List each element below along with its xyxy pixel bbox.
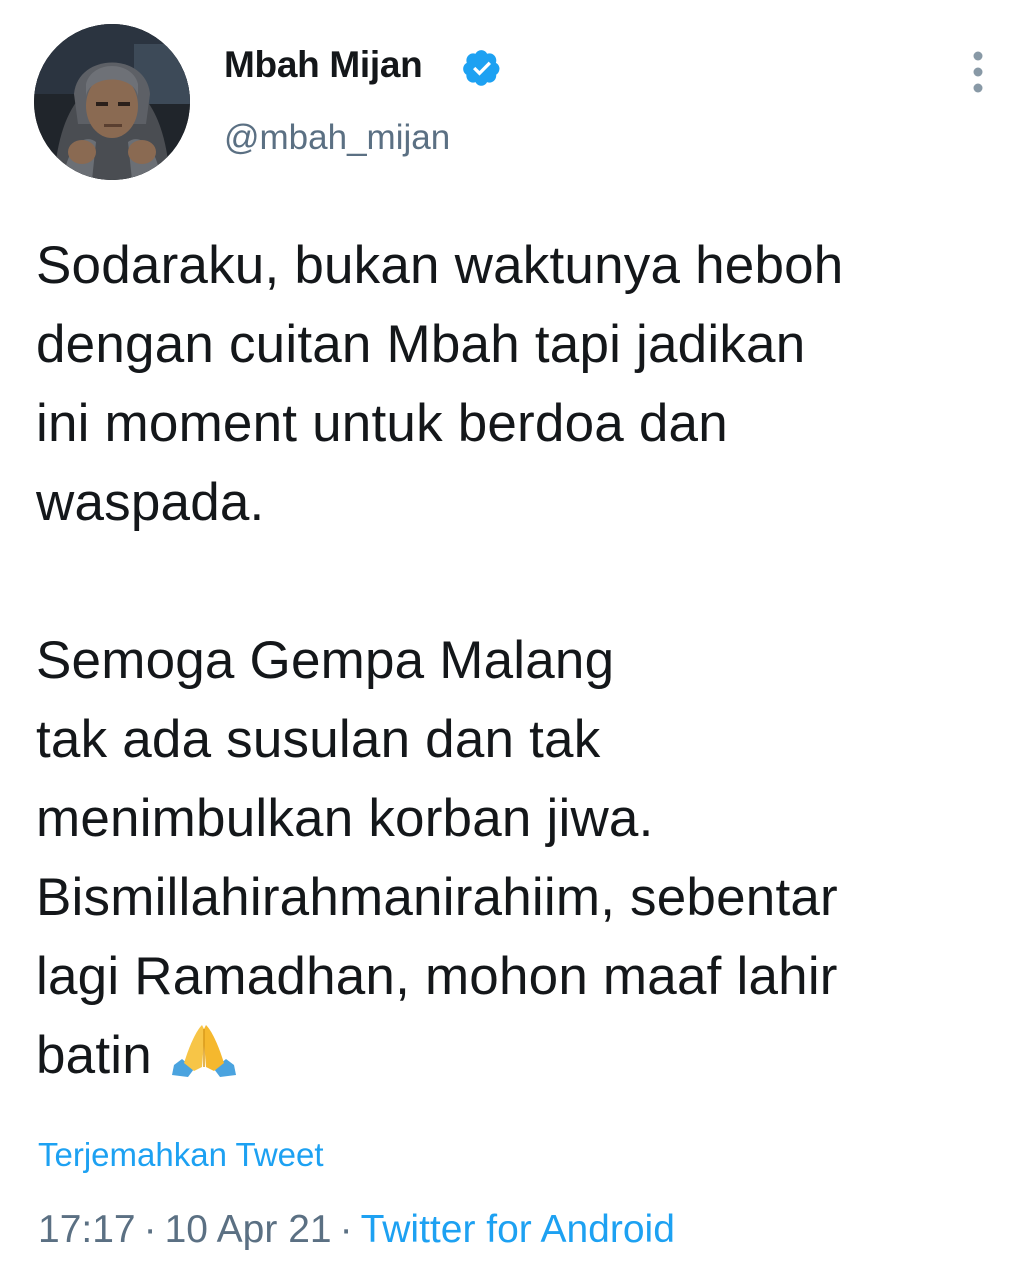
tweet-card: Mbah Mijan @mbah_mijan Sodaraku, bukan w… xyxy=(0,0,1035,1280)
tweet-body: Sodaraku, bukan waktunya heboh dengan cu… xyxy=(36,236,844,1085)
display-name[interactable]: Mbah Mijan xyxy=(224,44,423,86)
meta-separator: · xyxy=(339,1208,353,1251)
verified-badge-icon xyxy=(462,48,502,88)
folded-hands-icon xyxy=(168,1019,240,1079)
tweet-time[interactable]: 17:17 xyxy=(38,1208,136,1251)
meta-separator: · xyxy=(143,1208,157,1251)
user-handle[interactable]: @mbah_mijan xyxy=(224,118,450,158)
tweet-meta: 17:17 · 10 Apr 21 · Twitter for Android xyxy=(38,1208,675,1252)
tweet-date[interactable]: 10 Apr 21 xyxy=(165,1208,332,1251)
translate-tweet-link[interactable]: Terjemahkan Tweet xyxy=(38,1136,324,1174)
more-options-icon[interactable] xyxy=(958,44,998,100)
avatar[interactable] xyxy=(34,24,190,180)
tweet-source-link[interactable]: Twitter for Android xyxy=(361,1208,675,1251)
tweet-text: Sodaraku, bukan waktunya heboh dengan cu… xyxy=(36,226,1011,1095)
